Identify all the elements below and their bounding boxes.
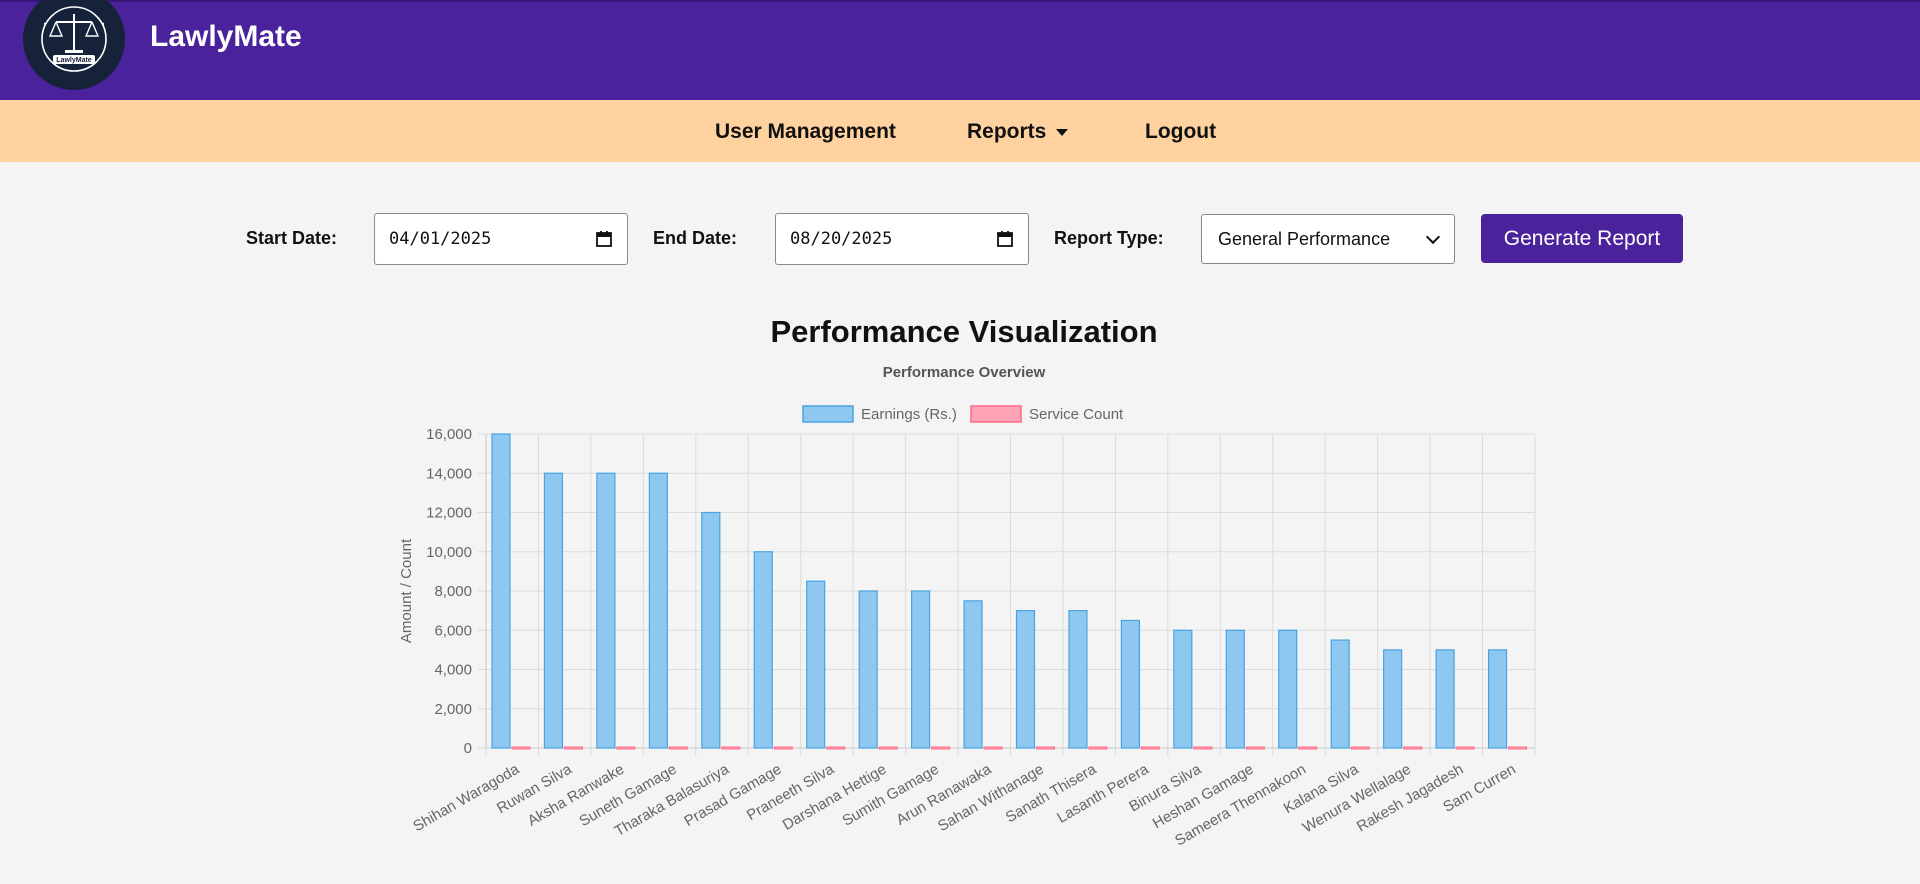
chart-title: Performance Overview (883, 364, 1046, 381)
y-tick-label: 0 (464, 740, 472, 757)
earnings-bar (1015, 610, 1036, 749)
earnings-bar (910, 590, 931, 749)
earnings-bar (1330, 639, 1350, 749)
earnings-bar (701, 511, 721, 749)
service-count-bar (1140, 746, 1160, 750)
performance-chart: Performance Overview Earnings (Rs.) Servic… (398, 364, 1536, 850)
service-count-bar (826, 746, 846, 750)
earnings-bar (1120, 619, 1141, 749)
service-count-bar (511, 746, 531, 750)
earnings-bar (543, 472, 564, 749)
service-count-bar (773, 746, 793, 750)
legend-swatch (970, 405, 1022, 423)
service-count-bar (878, 746, 898, 750)
y-tick-label: 16,000 (426, 426, 472, 443)
earnings-bar (1225, 629, 1245, 749)
service-count-bar (983, 746, 1003, 750)
earnings-bar (1173, 629, 1193, 749)
earnings-bar (753, 551, 773, 749)
earnings-bar (963, 600, 983, 749)
earnings-bar (1383, 649, 1403, 749)
service-count-bar (563, 746, 583, 750)
service-count-bar (1088, 746, 1108, 750)
service-count-bar (931, 746, 951, 750)
y-tick-label: 10,000 (426, 544, 472, 561)
earnings-bar (1487, 649, 1508, 749)
legend-label: Service Count (1029, 406, 1124, 423)
earnings-bar (596, 472, 616, 749)
earnings-bar (1068, 610, 1088, 749)
y-tick-label: 8,000 (434, 583, 472, 600)
y-tick-label: 4,000 (434, 662, 472, 679)
service-count-bar (668, 746, 688, 750)
service-count-bar (721, 746, 741, 750)
earnings-bar (1435, 649, 1455, 749)
service-count-bar (1193, 746, 1213, 750)
service-count-bar (1403, 746, 1423, 750)
service-count-bar (1455, 746, 1475, 750)
legend-swatch (802, 405, 854, 423)
earnings-bar (1278, 629, 1298, 749)
service-count-bar (1036, 746, 1055, 750)
service-count-bar (616, 746, 636, 750)
service-count-bar (1298, 746, 1318, 750)
earnings-bar (858, 590, 878, 749)
y-axis-label: Amount / Count (398, 538, 415, 643)
service-count-bar (1350, 746, 1370, 750)
service-count-bar (1245, 746, 1265, 750)
y-tick-label: 14,000 (426, 465, 472, 482)
y-tick-label: 12,000 (426, 505, 472, 522)
earnings-bar (806, 580, 826, 749)
legend-label: Earnings (Rs.) (861, 406, 957, 423)
y-tick-label: 6,000 (434, 622, 472, 639)
earnings-bar (648, 472, 668, 749)
y-tick-label: 2,000 (434, 701, 472, 718)
service-count-bar (1508, 746, 1528, 750)
earnings-bar (491, 433, 511, 749)
